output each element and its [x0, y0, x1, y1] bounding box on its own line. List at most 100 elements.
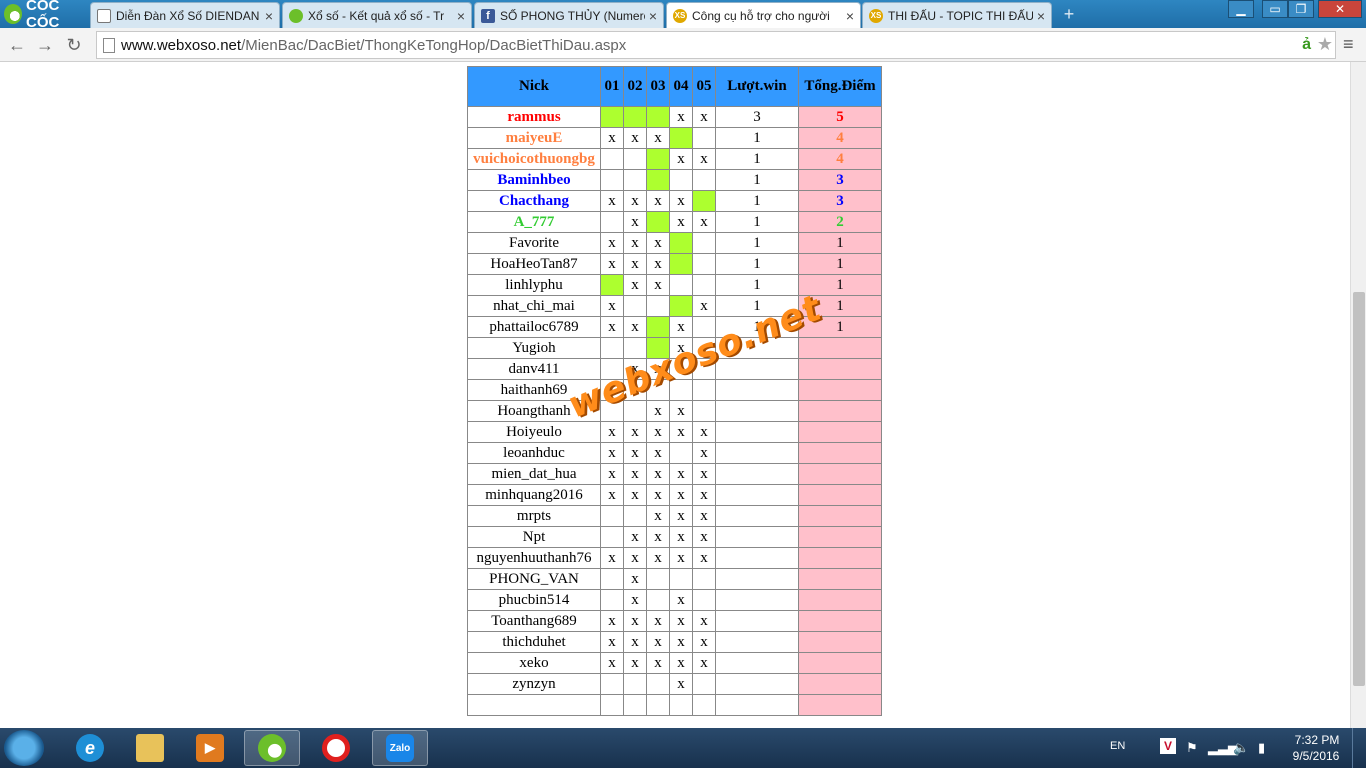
round-cell	[600, 694, 624, 716]
round-cell: x	[623, 631, 647, 653]
round-cell: x	[600, 127, 624, 149]
start-button[interactable]	[4, 730, 44, 766]
round-cell: x	[692, 442, 716, 464]
table-row: Hoiyeulo x x x x x	[467, 421, 882, 443]
table-row: Toanthang689 x x x x x	[467, 610, 882, 632]
competition-stats-table: Nick 01 02 03 04 05 Lượt.win Tổng.Điểm r…	[467, 66, 882, 716]
round-cell: x	[623, 652, 647, 674]
forward-button[interactable]: →	[34, 34, 56, 56]
window-menu-button[interactable]: ▭	[1262, 0, 1288, 18]
round-cell: x	[669, 337, 693, 359]
round-cell: x	[623, 463, 647, 485]
round-hit-cell	[646, 211, 670, 233]
table-row: haithanh69	[467, 379, 882, 401]
wins-cell	[715, 421, 799, 443]
round-cell	[623, 337, 647, 359]
battery-icon[interactable]: ▮	[1258, 740, 1265, 756]
round-cell	[669, 358, 693, 380]
round-hit-cell	[669, 295, 693, 317]
action-center-flag-icon[interactable]: ⚑	[1186, 740, 1198, 756]
round-cell: x	[692, 484, 716, 506]
table-row: mien_dat_hua x x x x x	[467, 463, 882, 485]
tab-phongthuy[interactable]: f SỐ PHONG THỦY (Numero ×	[474, 2, 664, 28]
round-cell	[600, 400, 624, 422]
scroll-thumb[interactable]	[1353, 292, 1365, 686]
page-icon	[97, 8, 111, 23]
taskbar-internet-explorer[interactable]: e	[62, 730, 118, 766]
round-cell	[669, 694, 693, 716]
round-cell	[646, 589, 670, 611]
round-cell	[600, 505, 624, 527]
wins-cell	[715, 694, 799, 716]
address-bar[interactable]: www.webxoso.net/MienBac/DacBiet/ThongKeT…	[96, 31, 1336, 59]
tab-close-icon[interactable]: ×	[265, 8, 273, 24]
clock-time[interactable]: 7:32 PM	[1292, 733, 1342, 747]
wins-cell: 1	[715, 148, 799, 170]
tab-close-icon[interactable]: ×	[846, 8, 854, 24]
nick-cell: haithanh69	[467, 379, 601, 401]
antivirus-tray-icon[interactable]: V	[1160, 738, 1176, 754]
header-wins: Lượt.win	[715, 66, 799, 107]
tab-close-icon[interactable]: ×	[649, 8, 657, 24]
round-cell	[692, 694, 716, 716]
round-cell	[646, 568, 670, 590]
nick-cell: Hoiyeulo	[467, 421, 601, 443]
points-cell: 1	[798, 316, 882, 338]
taskbar-media-player[interactable]: ▶	[182, 730, 238, 766]
tab-thidau[interactable]: XS THI ĐẤU - TOPIC THI ĐẤU ×	[862, 2, 1052, 28]
tab-diendan[interactable]: Diễn Đàn Xổ Số DIENDAN ×	[90, 2, 280, 28]
round-cell	[692, 337, 716, 359]
taskbar-coccoc-browser[interactable]	[244, 730, 300, 766]
wins-cell: 1	[715, 253, 799, 275]
reload-button[interactable]: ↻	[63, 34, 85, 56]
show-desktop-button[interactable]	[1352, 728, 1366, 768]
round-cell	[600, 358, 624, 380]
round-cell	[692, 274, 716, 296]
browser-brand[interactable]: CỐC CỐC	[0, 0, 90, 31]
taskbar-zalo[interactable]: Zalo	[372, 730, 428, 766]
round-cell	[692, 568, 716, 590]
table-row: Baminhbeo 1 3	[467, 169, 882, 191]
points-cell	[798, 547, 882, 569]
back-button[interactable]: ←	[6, 34, 28, 56]
round-cell: x	[600, 631, 624, 653]
wins-cell	[715, 358, 799, 380]
language-indicator[interactable]: EN	[1110, 740, 1125, 752]
minimize-button[interactable]: ▁	[1228, 0, 1254, 18]
tab-xoso[interactable]: Xổ số - Kết quả xổ số - Tr ×	[282, 2, 472, 28]
nick-cell: thichduhet	[467, 631, 601, 653]
tab-congcu[interactable]: XS Công cụ hỗ trợ cho người ×	[666, 2, 861, 28]
points-cell: 1	[798, 295, 882, 317]
round-cell	[692, 673, 716, 695]
round-hit-cell	[669, 253, 693, 275]
close-window-button[interactable]: ✕	[1318, 0, 1362, 18]
bookmark-star-icon[interactable]: ★	[1317, 34, 1333, 55]
nick-cell: Toanthang689	[467, 610, 601, 632]
clock-date[interactable]: 9/5/2016	[1288, 749, 1344, 763]
round-cell: x	[692, 547, 716, 569]
wins-cell: 1	[715, 190, 799, 212]
new-tab-button[interactable]: +	[1058, 5, 1080, 24]
header-round-05: 05	[692, 66, 716, 107]
volume-icon[interactable]: 🔈	[1233, 740, 1249, 756]
translate-icon[interactable]: ả	[1302, 36, 1311, 54]
restore-button[interactable]: ❐	[1288, 0, 1314, 18]
round-cell: x	[600, 253, 624, 275]
tab-close-icon[interactable]: ×	[457, 8, 465, 24]
vertical-scrollbar[interactable]	[1350, 62, 1366, 728]
round-cell: x	[623, 484, 647, 506]
round-cell: x	[623, 358, 647, 380]
nick-cell: maiyeuE	[467, 127, 601, 149]
points-cell	[798, 610, 882, 632]
nick-cell: vuichoicothuongbg	[467, 148, 601, 170]
round-cell: x	[646, 652, 670, 674]
browser-menu-icon[interactable]: ≡	[1343, 34, 1354, 55]
nick-cell: Npt	[467, 526, 601, 548]
taskbar-file-explorer[interactable]	[122, 730, 178, 766]
url-text[interactable]: www.webxoso.net/MienBac/DacBiet/ThongKeT…	[121, 37, 626, 54]
taskbar-opera[interactable]	[308, 730, 364, 766]
round-cell: x	[692, 526, 716, 548]
nick-cell: nguyenhuuthanh76	[467, 547, 601, 569]
tab-close-icon[interactable]: ×	[1037, 8, 1045, 24]
round-cell: x	[600, 421, 624, 443]
